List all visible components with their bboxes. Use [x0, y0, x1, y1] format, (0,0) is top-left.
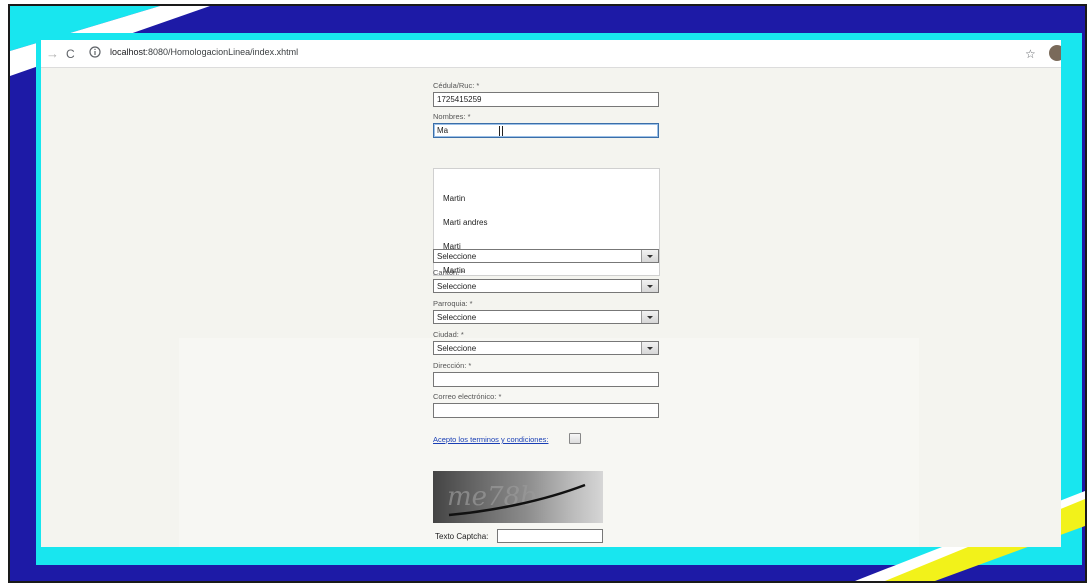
ciudad-select[interactable]: Seleccione — [433, 341, 659, 355]
captcha-image: me78b — [433, 471, 603, 523]
parroquia-select[interactable]: Seleccione — [433, 310, 659, 324]
browser-window: → C localhost:8080/HomologacionLinea/ind… — [41, 40, 1061, 547]
nombres-label: Nombres: * — [433, 112, 471, 121]
back-arrow-icon[interactable]: → — [46, 46, 59, 62]
canton-select[interactable]: Seleccione — [433, 279, 659, 293]
canton-value: Seleccione — [437, 282, 477, 291]
page-content: Cédula/Ruc: * Nombres: * Martin Marti an… — [41, 68, 1061, 547]
direccion-label: Dirección: * — [433, 361, 472, 370]
chevron-down-icon[interactable] — [641, 342, 658, 354]
captcha-text: me78b — [447, 482, 537, 512]
autocomplete-item[interactable]: Martin — [443, 194, 465, 203]
parroquia-label: Parroquia: * — [433, 299, 473, 308]
ciudad-value: Seleccione — [437, 344, 477, 353]
avatar[interactable] — [1049, 45, 1061, 61]
ciudad-label: Ciudad: * — [433, 330, 464, 339]
chevron-down-icon[interactable] — [641, 280, 658, 292]
browser-toolbar: → C localhost:8080/HomologacionLinea/ind… — [41, 40, 1061, 68]
terms-link[interactable]: Acepto los terminos y condiciones: — [433, 435, 548, 444]
correo-label: Correo electrónico: * — [433, 392, 502, 401]
url-host: localhost — [110, 47, 146, 57]
captcha-input[interactable] — [497, 529, 603, 543]
captcha-label: Texto Captcha: — [435, 532, 489, 541]
address-bar[interactable]: localhost:8080/HomologacionLinea/index.x… — [110, 47, 298, 57]
provincia-value: Seleccione — [437, 252, 477, 261]
correo-input[interactable] — [433, 403, 659, 418]
direccion-input[interactable] — [433, 372, 659, 387]
autocomplete-item[interactable]: Marti andres — [443, 218, 487, 227]
chevron-down-icon[interactable] — [641, 250, 658, 262]
captcha-graphic: me78b — [447, 482, 586, 517]
star-icon[interactable]: ☆ — [1025, 46, 1036, 62]
canton-label: Cantón: * — [433, 268, 465, 277]
text-cursor-icon — [499, 126, 503, 136]
chevron-down-icon[interactable] — [641, 311, 658, 323]
reload-icon[interactable]: C — [66, 46, 75, 62]
info-icon[interactable] — [89, 46, 101, 62]
nombres-input[interactable] — [433, 123, 659, 138]
cedula-input[interactable] — [433, 92, 659, 107]
terms-checkbox[interactable] — [569, 433, 581, 444]
provincia-select[interactable]: Seleccione — [433, 249, 659, 263]
cedula-label: Cédula/Ruc: * — [433, 81, 480, 90]
url-path: :8080/HomologacionLinea/index.xhtml — [145, 47, 299, 57]
parroquia-value: Seleccione — [437, 313, 477, 322]
